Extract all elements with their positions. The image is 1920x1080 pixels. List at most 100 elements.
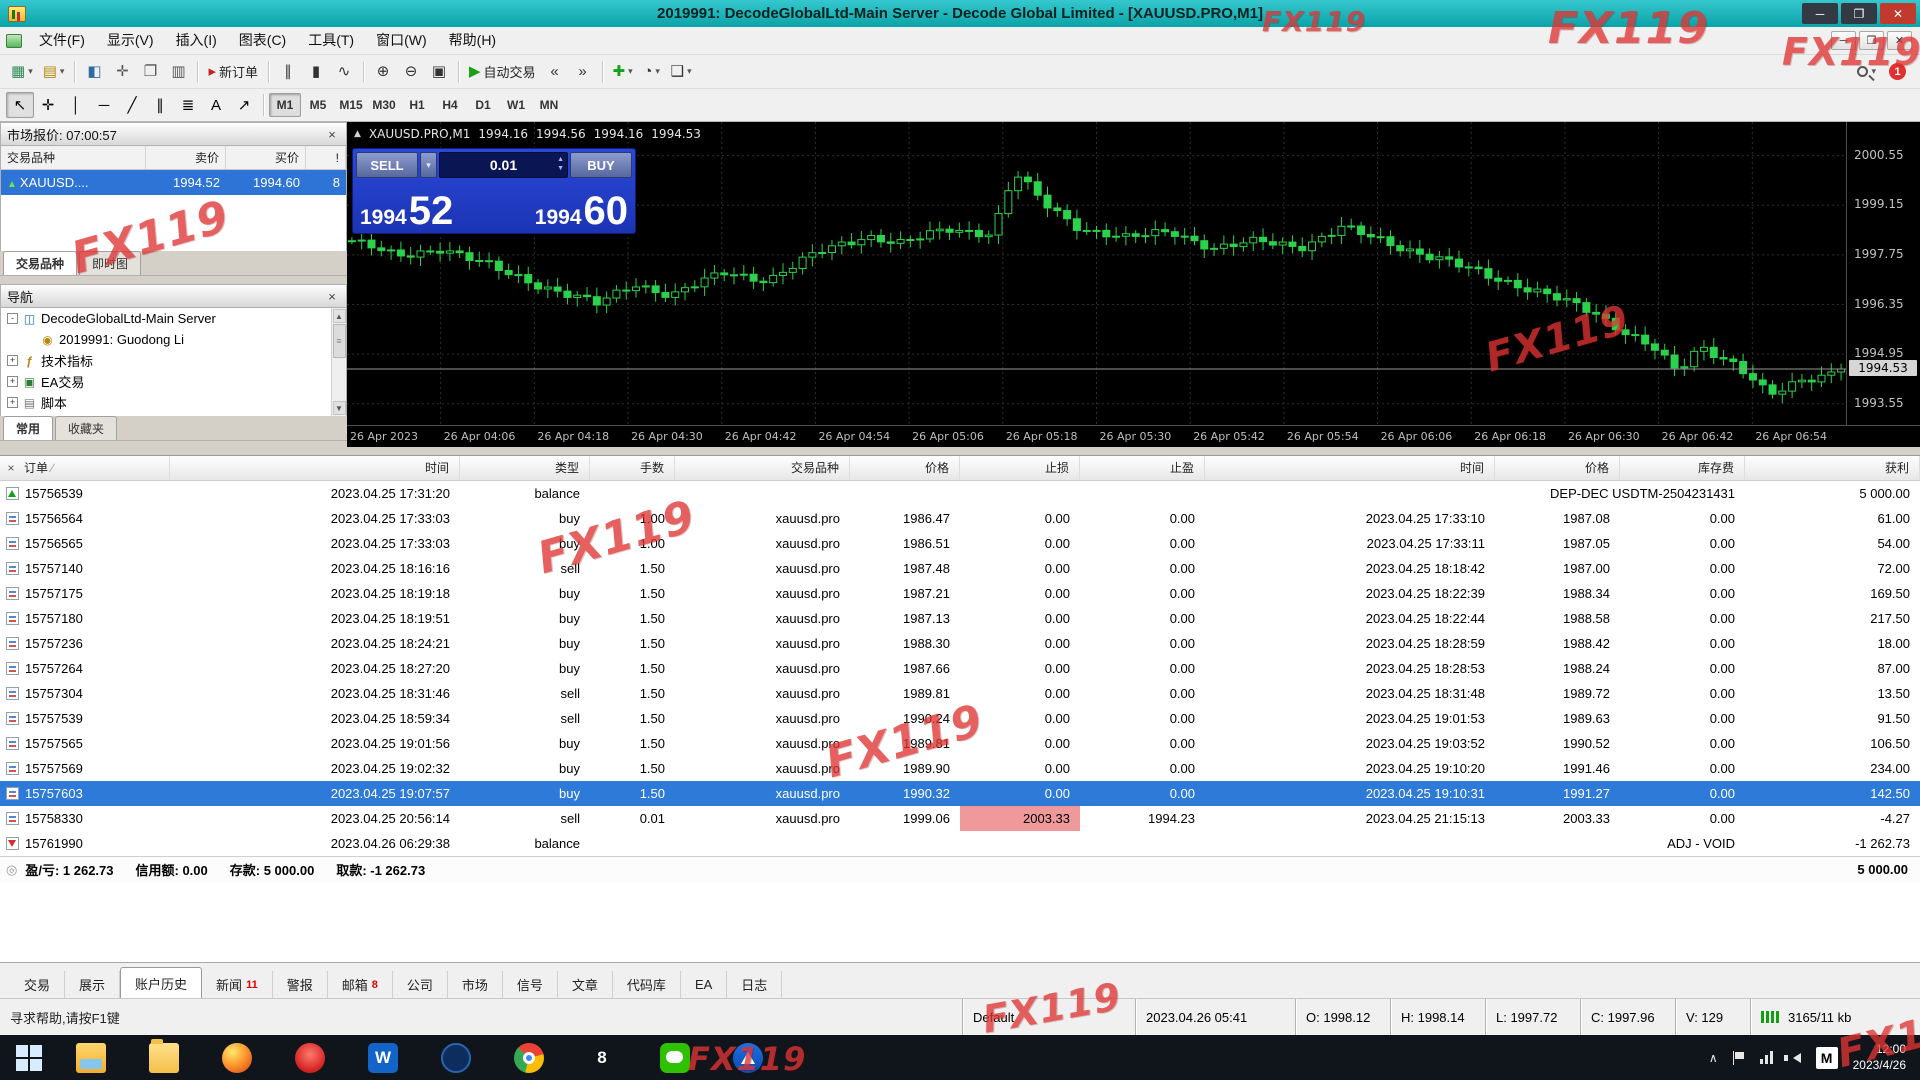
toolbar-bar-chart-button[interactable]: ∥ (274, 59, 302, 85)
tool-crosshair-button[interactable]: ✛ (34, 92, 62, 118)
chart-window[interactable]: ▲ XAUUSD.PRO,M1 1994.16 1994.56 1994.16 … (347, 122, 1920, 447)
mw-column-1[interactable]: 卖价 (146, 146, 226, 169)
timeframe-m5-button[interactable]: M5 (302, 93, 334, 117)
taskbar-futu-button[interactable] (719, 1035, 777, 1080)
time-axis[interactable]: 26 Apr 202326 Apr 04:0626 Apr 04:1826 Ap… (347, 425, 1920, 447)
volume-icon[interactable] (1788, 1053, 1801, 1063)
tab-code-base[interactable]: 代码库 (613, 971, 681, 998)
timeframe-h4-button[interactable]: H4 (434, 93, 466, 117)
tab-alerts[interactable]: 警报 (273, 971, 328, 998)
order-row[interactable]: 157565642023.04.25 17:33:03buy1.00xauusd… (0, 506, 1920, 531)
tool-trendline-button[interactable]: ╱ (118, 92, 146, 118)
toolbar-new-order-button[interactable]: ▸新订单 (203, 59, 263, 85)
taskbar-chrome-button[interactable] (500, 1035, 558, 1080)
orders-column-7[interactable]: 止盈 (1080, 456, 1205, 480)
nav-item-0[interactable]: -◫DecodeGlobalLtd-Main Server (1, 308, 346, 329)
order-row[interactable]: 157576032023.04.25 19:07:57buy1.50xauusd… (0, 781, 1920, 806)
menu-item-5[interactable]: 窗口(W) (365, 27, 438, 54)
tool-text-button[interactable]: A (202, 92, 230, 118)
tab-trade[interactable]: 交易 (10, 971, 65, 998)
orders-column-9[interactable]: 价格 (1495, 456, 1620, 480)
timeframe-mn-button[interactable]: MN (533, 93, 565, 117)
orders-column-3[interactable]: 手数 (590, 456, 675, 480)
close-button[interactable]: ✕ (1880, 3, 1916, 24)
order-row[interactable]: 157573042023.04.25 18:31:46sell1.50xauus… (0, 681, 1920, 706)
nav-item-1[interactable]: ◉2019991: Guodong Li (1, 329, 346, 350)
orders-column-0[interactable]: 订单 ∕ (0, 456, 170, 480)
toolbar-periods-button[interactable]: ◔▾ (638, 59, 666, 85)
spin-down-icon[interactable]: ▼ (557, 164, 564, 173)
taskbar-phoenix-button[interactable] (281, 1035, 339, 1080)
tool-fibonacci-button[interactable]: ≣ (174, 92, 202, 118)
order-row[interactable]: 157575392023.04.25 18:59:34sell1.50xauus… (0, 706, 1920, 731)
toolbar-zoom-in-button[interactable]: ⊕ (369, 59, 397, 85)
toolbar-data-window-button[interactable]: ✛ (108, 59, 136, 85)
timeframe-m1-button[interactable]: M1 (269, 93, 301, 117)
mdi-restore-button[interactable]: ❐ (1859, 31, 1884, 50)
menu-item-6[interactable]: 帮助(H) (438, 27, 507, 54)
order-row[interactable]: 157571402023.04.25 18:16:16sell1.50xauus… (0, 556, 1920, 581)
taskbar-word-button[interactable]: W (354, 1035, 412, 1080)
order-row[interactable]: 157572642023.04.25 18:27:20buy1.50xauusd… (0, 656, 1920, 681)
order-row[interactable]: 157571752023.04.25 18:19:18buy1.50xauusd… (0, 581, 1920, 606)
order-row[interactable]: 157571802023.04.25 18:19:51buy1.50xauusd… (0, 606, 1920, 631)
navigator-tab[interactable]: 常用 (3, 416, 53, 440)
market-watch-row[interactable]: ▲XAUUSD....1994.521994.608 (1, 170, 346, 195)
buy-button[interactable]: BUY (570, 152, 632, 178)
tool-arrows-button[interactable]: ↗ (230, 92, 258, 118)
expander-plus-icon[interactable]: + (7, 376, 18, 387)
order-row[interactable]: 157565392023.04.25 17:31:20balanceDEP-DE… (0, 481, 1920, 506)
menu-item-3[interactable]: 图表(C) (228, 27, 297, 54)
tool-horizontal-line-button[interactable]: ─ (90, 92, 118, 118)
orders-column-4[interactable]: 交易品种 (675, 456, 850, 480)
tab-news[interactable]: 新闻11 (202, 971, 273, 998)
expander-plus-icon[interactable]: + (7, 397, 18, 408)
toolbar-templates-button[interactable]: ❑▾ (666, 59, 697, 85)
market-watch-tab[interactable]: 交易品种 (3, 251, 77, 275)
tab-market[interactable]: 市场 (448, 971, 503, 998)
menu-item-4[interactable]: 工具(T) (297, 27, 365, 54)
orders-column-5[interactable]: 价格 (850, 456, 960, 480)
toolbar-auto-trading-button[interactable]: ▶自动交易 (464, 59, 541, 85)
status-profile[interactable]: Default (962, 999, 1135, 1035)
market-watch-tab[interactable]: 即时图 (79, 251, 141, 275)
menu-item-1[interactable]: 显示(V) (96, 27, 165, 54)
order-row[interactable]: 157575652023.04.25 19:01:56buy1.50xauusd… (0, 731, 1920, 756)
order-row[interactable]: 157565652023.04.25 17:33:03buy1.00xauusd… (0, 531, 1920, 556)
taskbar-clock[interactable]: 12:00 2023/4/26 (1853, 1042, 1906, 1073)
taskbar-wechat-button[interactable] (646, 1035, 704, 1080)
scroll-down-icon[interactable]: ▼ (333, 401, 346, 415)
toolbar-tile-windows-button[interactable]: ▣ (425, 59, 453, 85)
mw-column-2[interactable]: 买价 (226, 146, 306, 169)
scroll-up-icon[interactable]: ▲ (333, 309, 346, 323)
order-type-dropdown-icon[interactable]: ▾ (420, 152, 437, 178)
search-button[interactable]: ▾ (1852, 59, 1881, 85)
mdi-minimize-button[interactable]: ─ (1831, 31, 1856, 50)
nav-item-3[interactable]: +▣EA交易 (1, 371, 346, 392)
action-center-icon[interactable] (1733, 1051, 1745, 1065)
market-watch-close-icon[interactable]: × (324, 126, 340, 142)
toolbar-new-chart-button[interactable]: ▦▾ (6, 59, 38, 85)
menu-item-2[interactable]: 插入(I) (165, 27, 228, 54)
navigator-scrollbar[interactable]: ▲ ≡ ▼ (331, 308, 346, 416)
orders-column-6[interactable]: 止损 (960, 456, 1080, 480)
taskbar-folder-button[interactable] (135, 1035, 193, 1080)
timeframe-m30-button[interactable]: M30 (368, 93, 400, 117)
toolbar-chart-shift-button[interactable]: « (541, 59, 569, 85)
volume-input[interactable]: 0.01 ▲▼ (439, 152, 568, 178)
restore-button[interactable]: ❐ (1841, 3, 1877, 24)
timeframe-w1-button[interactable]: W1 (500, 93, 532, 117)
orders-column-1[interactable]: 时间 (170, 456, 460, 480)
sell-button[interactable]: SELL (356, 152, 418, 178)
input-method-icon[interactable]: M (1816, 1047, 1838, 1069)
scroll-thumb[interactable]: ≡ (333, 324, 346, 358)
network-icon[interactable] (1760, 1051, 1773, 1064)
tab-articles[interactable]: 文章 (558, 971, 613, 998)
toolbox-close-icon[interactable]: × (3, 460, 19, 476)
mw-column-3[interactable]: ! (306, 146, 346, 169)
price-scale[interactable]: 2000.551999.151997.751996.351994.951993.… (1846, 122, 1920, 425)
orders-column-8[interactable]: 时间 (1205, 456, 1495, 480)
navigator-tab[interactable]: 收藏夹 (55, 416, 117, 440)
expander-plus-icon[interactable]: + (7, 355, 18, 366)
toolbar-navigator-toggle-button[interactable]: ❐ (136, 59, 164, 85)
